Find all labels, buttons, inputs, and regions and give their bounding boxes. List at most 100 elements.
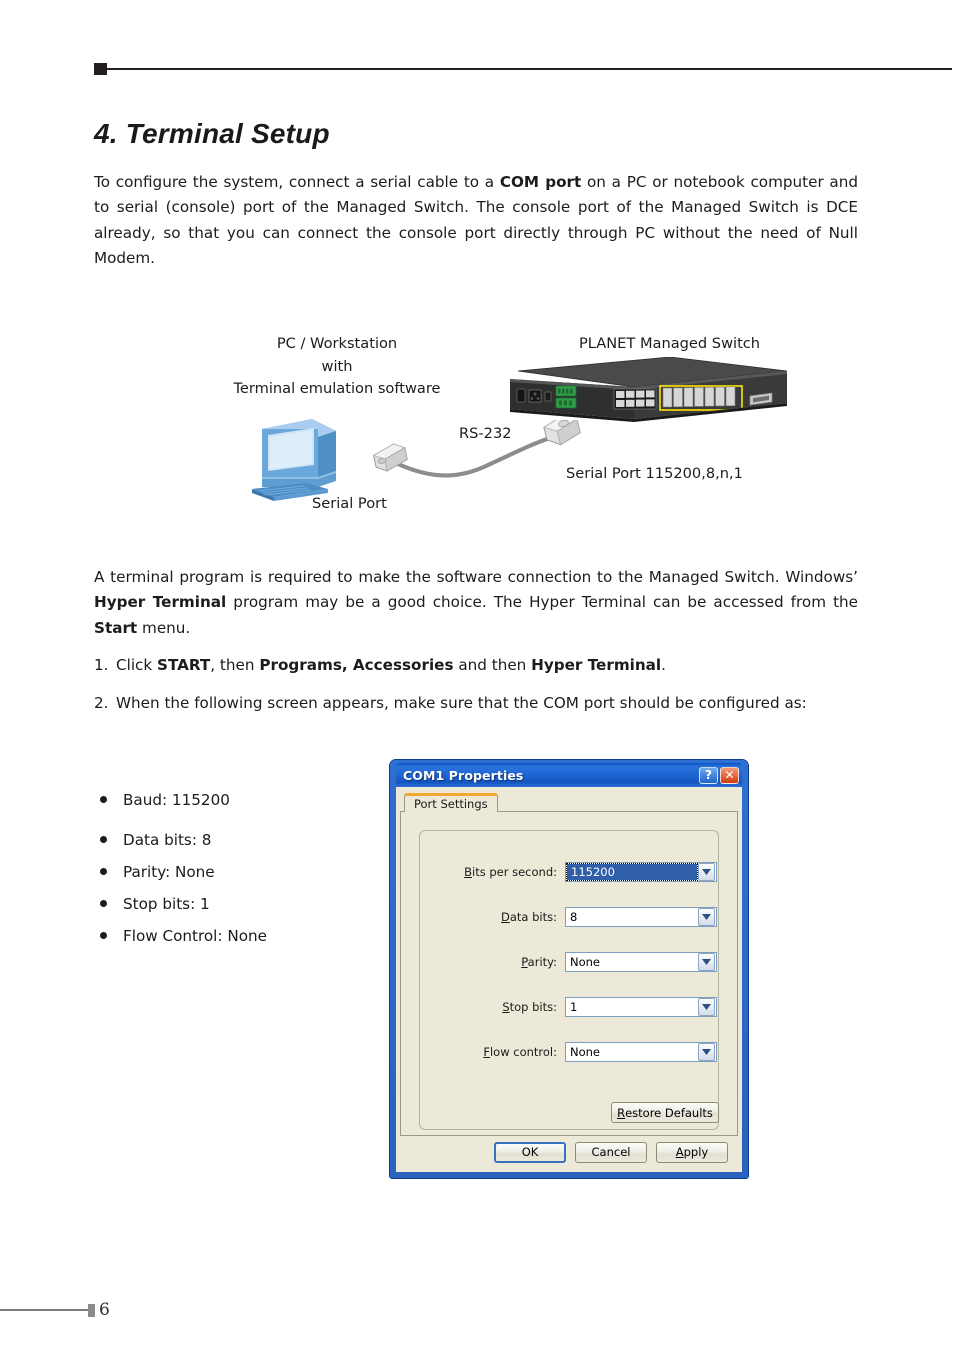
combobox-parity[interactable]: None	[565, 952, 717, 972]
label-bits-per-second: Bits per second:	[420, 865, 565, 879]
diagram-pc-label-line3: Terminal emulation software	[233, 380, 441, 397]
rs232-serial-cable-icon	[364, 414, 594, 490]
step-1-bold-programs: Programs, Accessories	[259, 656, 454, 674]
com-port-settings-list: Baud: 115200 Data bits: 8 Parity: None S…	[97, 790, 397, 947]
list-item-label: Baud: 115200	[123, 791, 230, 809]
diagram-switch-label: PLANET Managed Switch	[579, 335, 761, 352]
help-icon[interactable]: ?	[699, 766, 718, 784]
combobox-bits-per-second[interactable]: 115200	[565, 862, 717, 882]
list-item-label: Flow Control: None	[123, 927, 267, 945]
dialog-frame: COM1 Properties ? ✕ Port Settings Bits p…	[390, 760, 748, 1178]
step-1-bold-start: START	[157, 656, 211, 674]
combobox-data-bits[interactable]: 8	[565, 907, 717, 927]
step-item: 1. Click START, then Programs, Accessori…	[94, 653, 858, 678]
intro-text-1: To configure the system, connect a seria…	[94, 173, 500, 191]
dialog-footer: OK Cancel Apply	[400, 1136, 738, 1168]
footer-rule	[0, 1309, 88, 1311]
step-text: When the following screen appears, make …	[116, 694, 807, 712]
step-1-text-4: .	[661, 656, 666, 674]
step-1-text-2: , then	[210, 656, 260, 674]
close-icon[interactable]: ✕	[720, 766, 739, 784]
tab-strip: Port Settings	[404, 793, 738, 812]
page-header	[94, 62, 952, 76]
list-item: Data bits: 8	[97, 830, 397, 851]
dialog-body: Port Settings Bits per second: 115200 Da…	[396, 787, 742, 1172]
label-rest: low control:	[489, 1045, 557, 1059]
step-1-text-3: and then	[453, 656, 532, 674]
label-data-bits: Data bits:	[420, 910, 565, 924]
cancel-button[interactable]: Cancel	[575, 1141, 647, 1163]
label-stop-bits: Stop bits:	[420, 1000, 565, 1014]
combobox-data-bits-value: 8	[570, 910, 578, 924]
diagram-pc-label-line2: with	[321, 357, 353, 375]
dialog-title: COM1 Properties	[403, 767, 524, 783]
bullet-dot-icon	[100, 932, 107, 939]
label-flow-control: Flow control:	[420, 1045, 565, 1059]
label-rest: arity:	[527, 955, 557, 969]
field-row-data-bits: Data bits: 8	[420, 906, 718, 928]
label-rest: top bits:	[509, 1000, 557, 1014]
list-item-label: Stop bits: 1	[123, 895, 210, 913]
page-title: 4. Terminal Setup	[94, 118, 330, 149]
accel-char: B	[464, 865, 472, 879]
list-item: Stop bits: 1	[97, 894, 397, 915]
combobox-stop-bits[interactable]: 1	[565, 997, 717, 1017]
chevron-down-icon[interactable]	[698, 863, 715, 881]
list-item: Flow Control: None	[97, 926, 397, 947]
list-item: Baud: 115200	[97, 790, 397, 811]
combobox-parity-value: None	[570, 955, 601, 969]
header-marker-square	[94, 63, 107, 75]
tab-panel-port-settings: Bits per second: 115200 Data bits: 8 Par…	[400, 811, 738, 1136]
step-text: Click START, then Programs, Accessories …	[116, 653, 858, 678]
apply-label: pply	[683, 1145, 709, 1159]
chevron-down-icon[interactable]	[698, 1043, 715, 1061]
middle-paragraph: A terminal program is required to make t…	[94, 565, 858, 641]
field-row-flow-control: Flow control: None	[420, 1041, 718, 1063]
list-item-label: Data bits: 8	[123, 831, 212, 849]
bullet-dot-icon	[100, 868, 107, 875]
ok-button[interactable]: OK	[494, 1141, 566, 1163]
combobox-bits-per-second-value: 115200	[566, 863, 698, 881]
field-row-stop-bits: Stop bits: 1	[420, 996, 718, 1018]
accel-char: F	[483, 1045, 490, 1059]
workstation-computer-icon	[244, 415, 344, 505]
accel-char: D	[501, 910, 510, 924]
combobox-stop-bits-value: 1	[570, 1000, 578, 1014]
port-settings-groupbox: Bits per second: 115200 Data bits: 8 Par…	[419, 830, 719, 1130]
accel-char: S	[502, 1000, 510, 1014]
footer-marker-square	[88, 1304, 95, 1317]
page-footer: 6	[0, 1300, 954, 1320]
middle-bold-hyper-terminal: Hyper Terminal	[94, 593, 227, 612]
middle-bold-start: Start	[94, 618, 138, 637]
middle-text-1: A terminal program is required to make t…	[94, 568, 858, 586]
label-rest: ata bits:	[509, 910, 557, 924]
combobox-flow-control-value: None	[570, 1045, 601, 1059]
chevron-down-icon[interactable]	[698, 998, 715, 1016]
header-rule	[107, 68, 952, 70]
list-item: Parity: None	[97, 862, 397, 883]
dialog-titlebar[interactable]: COM1 Properties ? ✕	[396, 763, 742, 787]
middle-text-3: menu.	[137, 618, 191, 637]
step-1-text-1: Click	[116, 656, 158, 674]
bullet-dot-icon	[100, 900, 107, 907]
tab-port-settings[interactable]: Port Settings	[404, 793, 498, 812]
restore-defaults-button[interactable]: Restore Defaults	[611, 1102, 719, 1123]
step-1-bold-hyper-terminal: Hyper Terminal	[531, 656, 662, 674]
chevron-down-icon[interactable]	[698, 953, 715, 971]
chevron-down-icon[interactable]	[698, 908, 715, 926]
intro-bold-com-port: COM port	[499, 173, 582, 191]
accel-char: R	[617, 1105, 626, 1120]
diagram-pc-label: PC / Workstation with Terminal emulation…	[212, 333, 462, 401]
field-row-bits-per-second: Bits per second: 115200	[420, 861, 718, 883]
intro-paragraph: To configure the system, connect a seria…	[94, 170, 858, 271]
label-rest: its per second:	[472, 865, 557, 879]
bullet-dot-icon	[100, 836, 107, 843]
restore-defaults-label: estore Defaults	[625, 1105, 713, 1120]
diagram-pc-label-line1: PC / Workstation	[276, 335, 398, 352]
apply-button[interactable]: Apply	[656, 1141, 728, 1163]
list-item-label: Parity: None	[123, 863, 215, 881]
combobox-flow-control[interactable]: None	[565, 1042, 717, 1062]
com1-properties-dialog: COM1 Properties ? ✕ Port Settings Bits p…	[389, 759, 749, 1179]
step-number: 1.	[94, 656, 109, 674]
step-item: 2. When the following screen appears, ma…	[94, 691, 858, 716]
